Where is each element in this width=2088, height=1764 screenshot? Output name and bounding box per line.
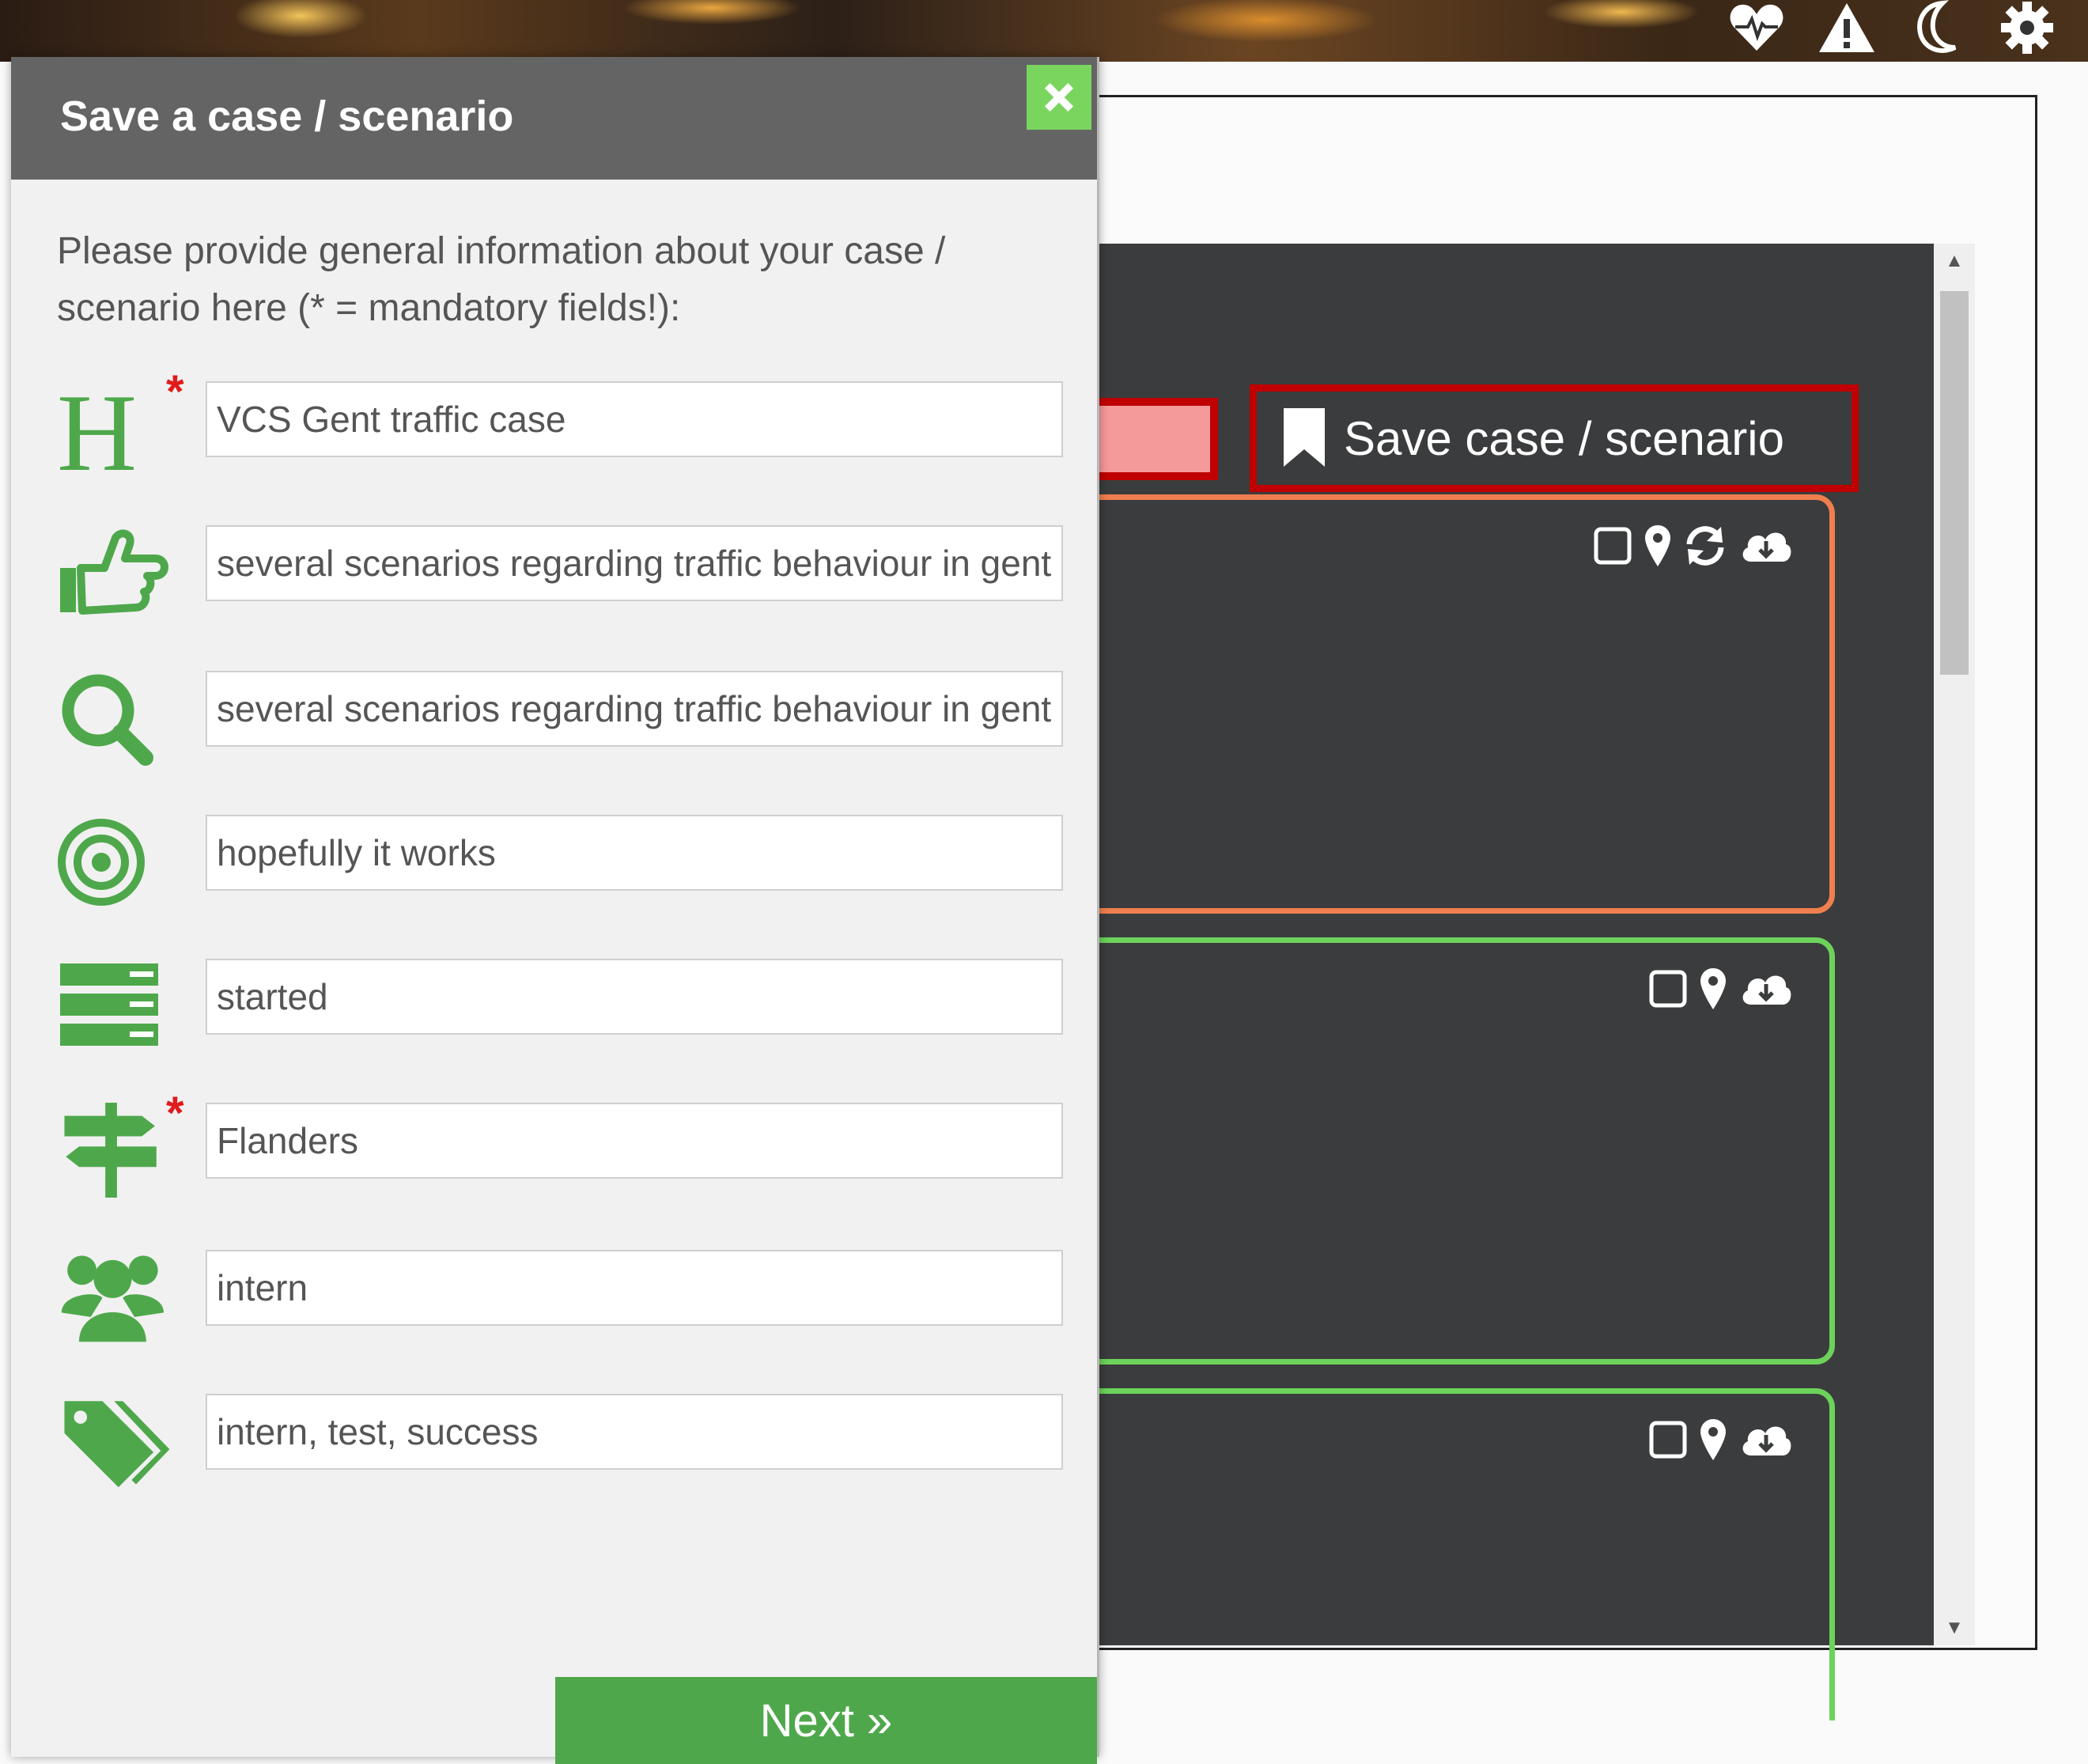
moon-icon[interactable] bbox=[1908, 0, 1966, 55]
summary-input[interactable] bbox=[206, 525, 1063, 601]
dialog-title: Save a case / scenario bbox=[60, 93, 514, 140]
dialog-intro: Please provide general information about… bbox=[57, 230, 946, 329]
users-icon bbox=[61, 1255, 164, 1342]
top-toolbar bbox=[1727, 0, 2056, 55]
scenario-card[interactable] bbox=[1052, 937, 1835, 1365]
checkbox-icon[interactable] bbox=[1648, 967, 1688, 1011]
field-row-goal bbox=[57, 815, 1069, 906]
map-marker-icon[interactable] bbox=[1699, 1418, 1727, 1462]
svg-text:H: H bbox=[57, 381, 137, 476]
next-button[interactable]: Next » bbox=[555, 1677, 1097, 1764]
target-icon bbox=[58, 819, 145, 906]
tags-icon bbox=[64, 1401, 170, 1488]
tags-input[interactable] bbox=[206, 1394, 1063, 1470]
title-input[interactable] bbox=[206, 381, 1063, 457]
cloud-download-icon[interactable] bbox=[1738, 1418, 1794, 1462]
keywords-input[interactable] bbox=[206, 671, 1063, 747]
close-button[interactable] bbox=[1027, 65, 1091, 130]
heading-icon: H bbox=[57, 381, 137, 476]
field-row-search bbox=[57, 671, 1069, 766]
status-bars-icon bbox=[60, 963, 158, 1046]
region-input[interactable] bbox=[206, 1103, 1063, 1179]
cloud-download-icon[interactable] bbox=[1738, 524, 1794, 568]
signpost-icon bbox=[64, 1103, 157, 1198]
scrollbar-thumb[interactable] bbox=[1940, 291, 1969, 675]
required-marker: * bbox=[166, 1088, 184, 1139]
scroll-up-icon[interactable]: ▲ bbox=[1934, 250, 1975, 272]
warning-icon[interactable] bbox=[1818, 0, 1876, 55]
search-icon bbox=[62, 674, 153, 766]
map-marker-icon[interactable] bbox=[1644, 524, 1672, 568]
map-marker-icon[interactable] bbox=[1699, 967, 1727, 1011]
bookmark-icon bbox=[1284, 408, 1325, 467]
scenario-card[interactable] bbox=[1052, 494, 1835, 914]
required-marker: * bbox=[166, 366, 184, 418]
field-row-region: * bbox=[57, 1088, 1069, 1198]
dialog-header: Save a case / scenario bbox=[11, 57, 1097, 180]
save-case-dialog: Save a case / scenario Please provide ge… bbox=[11, 57, 1099, 1764]
cloud-download-icon[interactable] bbox=[1738, 967, 1794, 1011]
scroll-down-icon[interactable]: ▼ bbox=[1934, 1617, 1975, 1639]
save-case-label: Save case / scenario bbox=[1344, 411, 1784, 465]
checkbox-icon[interactable] bbox=[1648, 1418, 1688, 1462]
audience-input[interactable] bbox=[206, 1250, 1063, 1326]
field-row-status bbox=[57, 959, 1069, 1046]
gear-icon[interactable] bbox=[1998, 0, 2056, 55]
goal-input[interactable] bbox=[206, 815, 1063, 891]
heartbeat-icon[interactable] bbox=[1727, 0, 1786, 55]
field-row-title: H * bbox=[57, 366, 1069, 476]
field-row-audience bbox=[57, 1250, 1069, 1342]
checkbox-icon[interactable] bbox=[1593, 524, 1632, 568]
field-row-tags bbox=[57, 1394, 1069, 1488]
thumbs-pointing-icon bbox=[60, 529, 168, 615]
refresh-icon[interactable] bbox=[1683, 524, 1727, 568]
field-row-description bbox=[57, 525, 1069, 615]
scenario-card[interactable] bbox=[1052, 1388, 1835, 1720]
status-input[interactable] bbox=[206, 959, 1063, 1035]
close-icon bbox=[1044, 82, 1074, 112]
scrollbar[interactable]: ▲ ▼ bbox=[1934, 244, 1975, 1645]
save-case-button[interactable]: Save case / scenario bbox=[1250, 384, 1859, 492]
